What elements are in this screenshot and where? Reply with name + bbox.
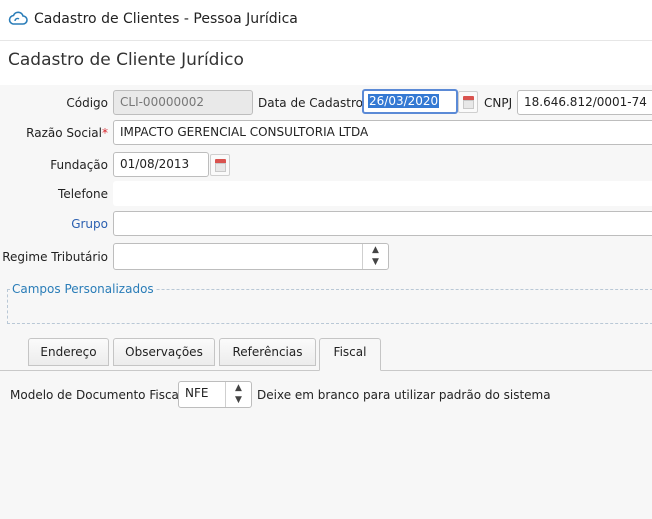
regime-tributario-select[interactable]: ▲ ▼ (113, 243, 389, 270)
spinner-up-icon: ▲ (235, 383, 242, 393)
razao-social-label-text: Razão Social (26, 126, 102, 140)
grupo-field[interactable] (113, 211, 652, 236)
telefone-field[interactable] (113, 181, 652, 206)
modelo-documento-label: Modelo de Documento Fiscal (10, 388, 183, 402)
spinner-down-icon: ▼ (372, 257, 379, 267)
tab-observacoes[interactable]: Observações (113, 338, 215, 366)
select-spinner-icon: ▲ ▼ (362, 244, 388, 269)
tab-referencias[interactable]: Referências (219, 338, 316, 366)
title-bar: Cadastro de Clientes - Pessoa Jurídica (0, 0, 652, 41)
cnpj-label: CNPJ (484, 96, 513, 110)
fundacao-label: Fundação (50, 158, 108, 172)
tab-fiscal[interactable]: Fiscal (319, 338, 381, 371)
codigo-field[interactable]: CLI-00000002 (113, 90, 253, 115)
cnpj-field[interactable]: 18.646.812/0001-74 (517, 90, 652, 115)
codigo-label: Código (66, 96, 108, 110)
custom-fields-legend[interactable]: Campos Personalizados (10, 282, 156, 296)
data-cadastro-label: Data de Cadastro (258, 96, 363, 110)
select-spinner-icon: ▲ ▼ (225, 382, 251, 407)
custom-fields-group: Campos Personalizados (7, 282, 652, 324)
grupo-link[interactable]: Grupo (71, 217, 108, 231)
tab-bar: Endereço Observações Referências Fiscal (0, 338, 652, 371)
razao-social-label: Razão Social* (26, 126, 108, 140)
regime-tributario-label: Regime Tributário (2, 250, 108, 264)
modelo-documento-select[interactable]: NFE ▲ ▼ (178, 381, 252, 408)
razao-social-field[interactable]: IMPACTO GERENCIAL CONSULTORIA LTDA (113, 120, 652, 145)
window-title: Cadastro de Clientes - Pessoa Jurídica (34, 11, 298, 27)
modelo-documento-hint: Deixe em branco para utilizar padrão do … (257, 388, 551, 402)
data-cadastro-value: 26/03/2020 (368, 94, 440, 108)
telefone-label: Telefone (58, 187, 108, 201)
required-mark: * (102, 126, 108, 140)
cloud-icon (8, 10, 28, 29)
form-panel: Código CLI-00000002 Data de Cadastro 26/… (0, 85, 652, 519)
data-cadastro-calendar-icon[interactable] (458, 91, 478, 113)
fundacao-calendar-icon[interactable] (210, 154, 230, 176)
data-cadastro-field[interactable]: 26/03/2020 (362, 89, 458, 114)
fundacao-field[interactable]: 01/08/2013 (113, 152, 209, 177)
spinner-up-icon: ▲ (372, 245, 379, 255)
tab-endereco[interactable]: Endereço (28, 338, 109, 366)
page-title: Cadastro de Cliente Jurídico (8, 50, 244, 70)
spinner-down-icon: ▼ (235, 395, 242, 405)
modelo-documento-value: NFE (185, 386, 209, 400)
